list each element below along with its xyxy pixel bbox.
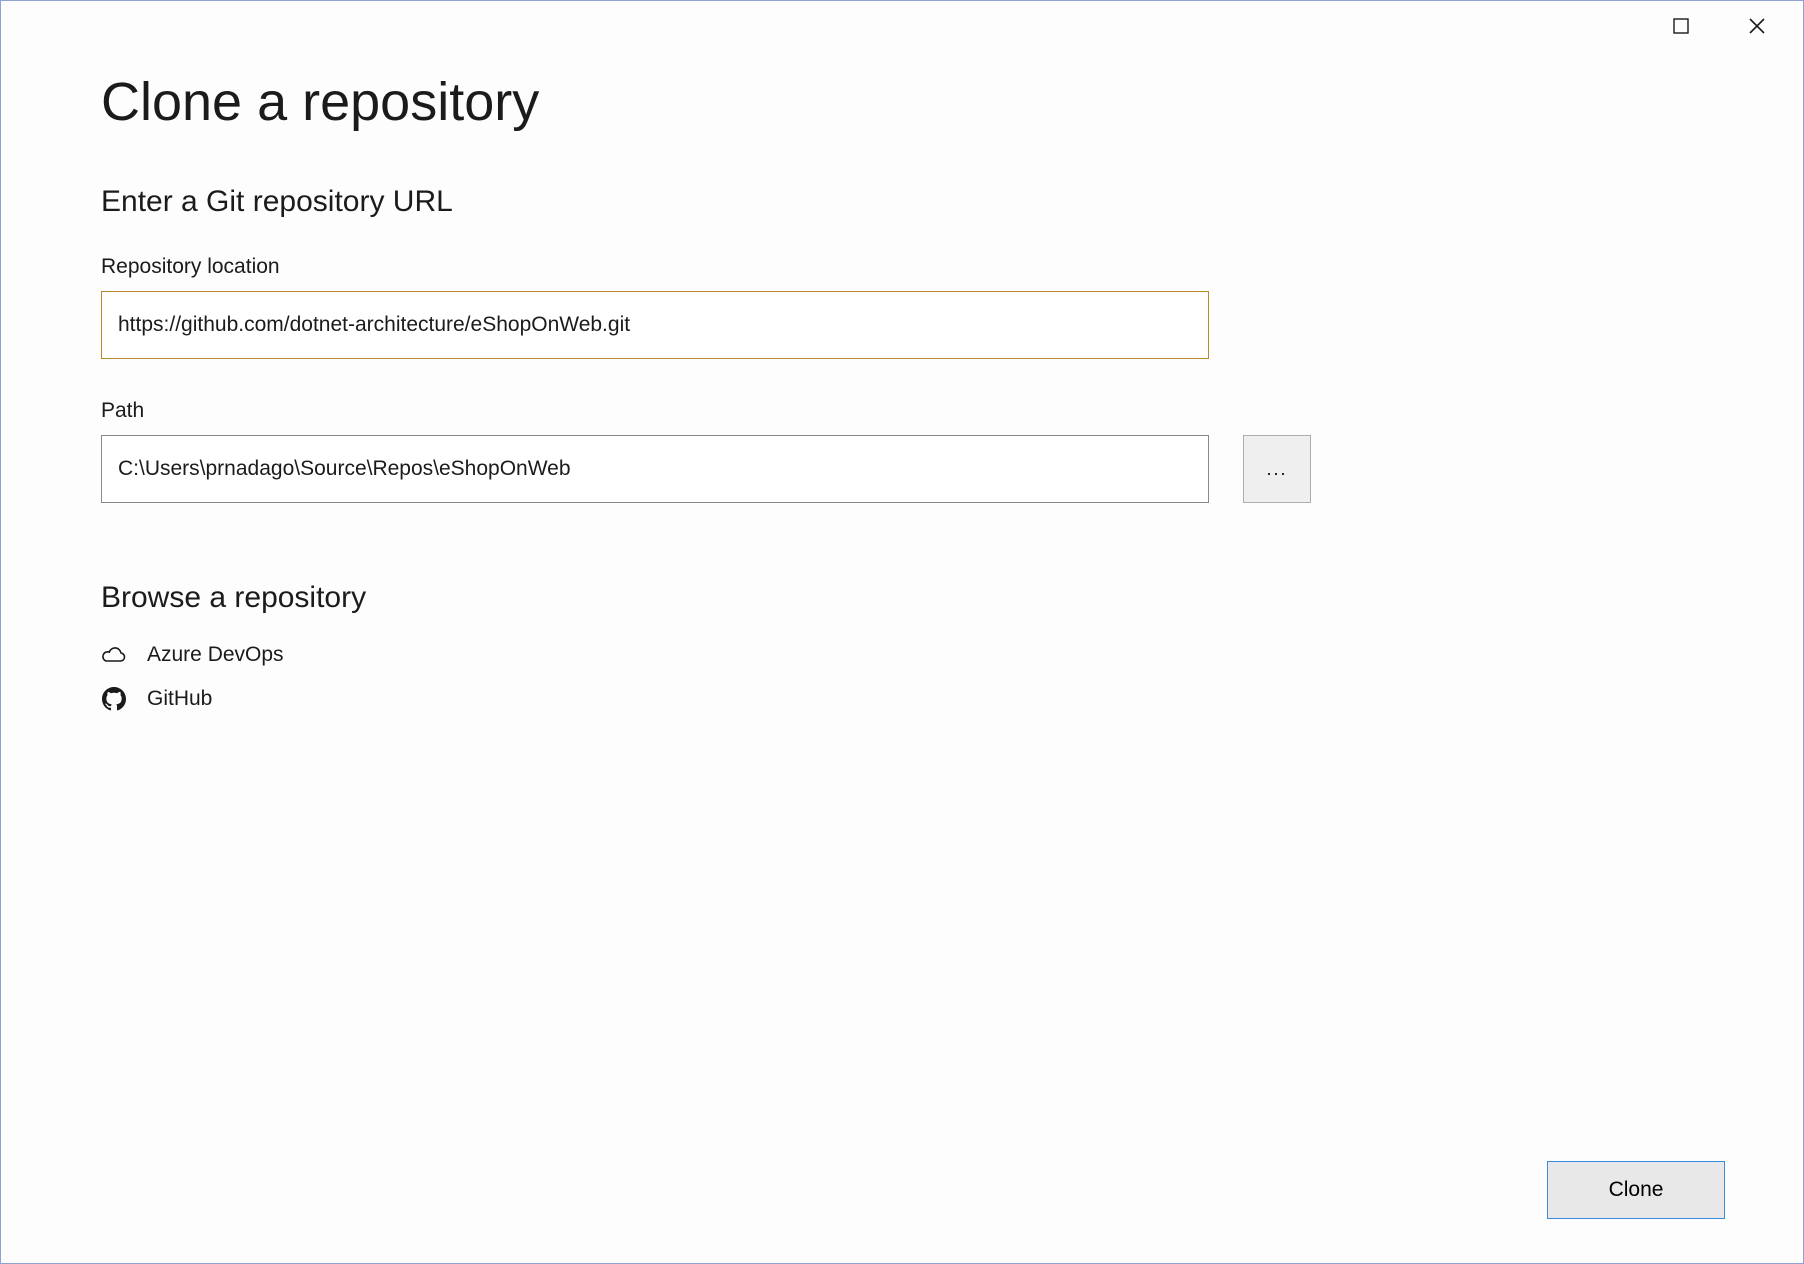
clone-button[interactable]: Clone [1547, 1161, 1725, 1219]
browse-azure-devops[interactable]: Azure DevOps [101, 633, 1703, 677]
browse-item-label: GitHub [147, 687, 212, 711]
github-icon [101, 687, 127, 711]
maximize-icon [1673, 18, 1689, 34]
maximize-button[interactable] [1661, 6, 1701, 46]
path-label: Path [101, 399, 1703, 423]
cloud-icon [101, 646, 127, 664]
browse-path-button[interactable]: ... [1243, 435, 1311, 503]
close-icon [1748, 17, 1766, 35]
page-title: Clone a repository [101, 71, 1703, 133]
clone-repository-dialog: Clone a repository Enter a Git repositor… [0, 0, 1804, 1264]
browse-repository-heading: Browse a repository [101, 581, 1703, 615]
path-input[interactable] [101, 435, 1209, 503]
window-titlebar [1661, 1, 1803, 51]
repository-location-label: Repository location [101, 255, 1703, 279]
repository-location-input[interactable] [101, 291, 1209, 359]
browse-github[interactable]: GitHub [101, 677, 1703, 721]
browse-item-label: Azure DevOps [147, 643, 284, 667]
enter-url-heading: Enter a Git repository URL [101, 185, 1703, 219]
close-button[interactable] [1737, 6, 1777, 46]
